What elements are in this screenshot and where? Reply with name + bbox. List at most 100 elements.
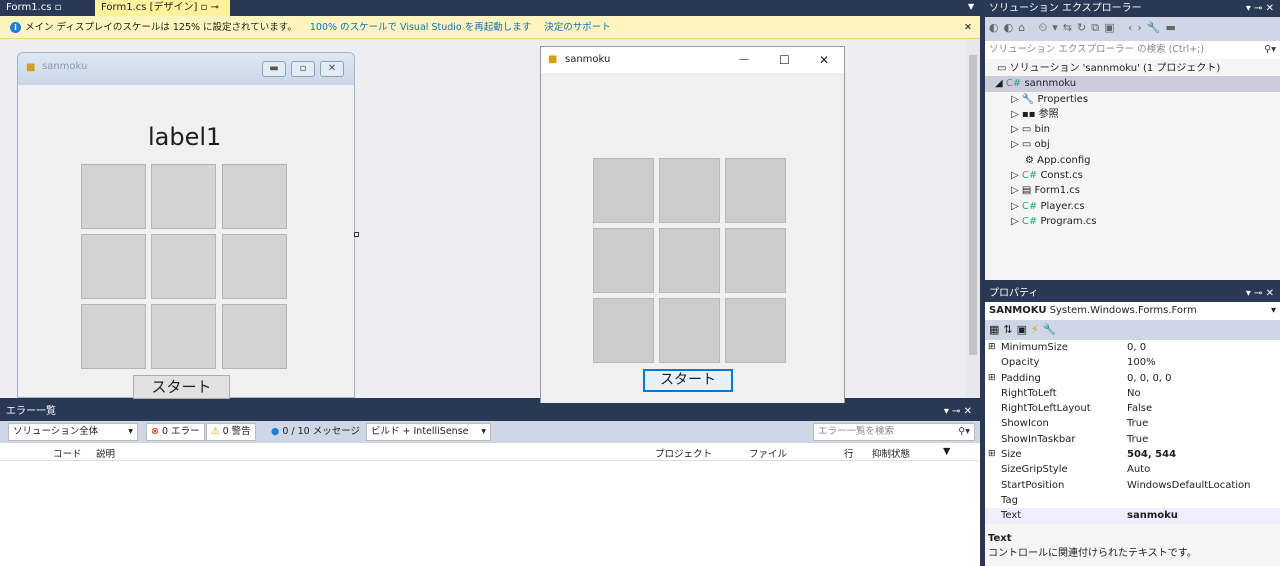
cell[interactable] — [593, 228, 654, 293]
property-row[interactable]: ShowInTaskbar True — [985, 431, 1280, 448]
properties-header: プロパティ ▾ ⊸ ✕ — [985, 285, 1280, 302]
tree-item[interactable]: ▷ C# Program.cs — [985, 214, 1280, 229]
property-name: ShowIcon — [1001, 418, 1049, 430]
cell[interactable] — [659, 228, 720, 293]
cell[interactable] — [151, 304, 216, 369]
property-row[interactable]: ShowIcon True — [985, 416, 1280, 432]
property-value[interactable]: 504, 544 — [1127, 447, 1176, 462]
cell[interactable] — [222, 164, 287, 229]
help-link[interactable]: 決定のサポート — [544, 22, 611, 33]
info-bar: i メイン ディスプレイのスケールは 125% に設定されています。 100% の… — [0, 16, 980, 39]
property-row[interactable]: RightToLeftLayout False — [985, 401, 1280, 417]
property-value[interactable]: False — [1127, 401, 1152, 416]
panel-controls[interactable]: ▾ ⊸ ✕ — [1246, 0, 1274, 17]
tree-label: obj — [1034, 139, 1050, 151]
build-dropdown[interactable]: ビルド + IntelliSense ▾ — [366, 423, 491, 441]
object-selector[interactable]: SANMOKU System.Windows.Forms.Form ▾ — [985, 302, 1280, 320]
close-button[interactable]: ✕ — [819, 47, 829, 73]
tab-form1-design[interactable]: Form1.cs [デザイン] ▫ ⊸ ✕ — [95, 0, 230, 29]
cell[interactable] — [725, 228, 786, 293]
cell[interactable] — [151, 234, 216, 299]
design-form[interactable]: ■ sanmoku ▬ ▫ ✕ label1 スタート — [17, 52, 355, 399]
tree-item[interactable]: ▷ C# Const.cs — [985, 168, 1280, 183]
property-value[interactable]: Auto — [1127, 462, 1150, 477]
cell[interactable] — [725, 158, 786, 223]
tree-item[interactable]: ▷ ▤ Form1.cs — [985, 183, 1280, 198]
cell[interactable] — [151, 164, 216, 229]
errors-filter[interactable]: ⊗ 0 エラー — [146, 423, 205, 441]
tree-item[interactable]: ⚙ App.config — [985, 153, 1280, 168]
property-row[interactable]: ⊞ Size 504, 544 — [985, 447, 1280, 463]
column-line[interactable]: 行 — [844, 446, 854, 460]
error-search-input[interactable]: エラー一覧を検索 ⚲▾ — [813, 423, 975, 441]
property-row[interactable]: ⊞ Padding 0, 0, 0, 0 — [985, 370, 1280, 386]
maximize-button[interactable]: ☐ — [779, 47, 790, 73]
tree-item[interactable]: ▷ ▭ obj — [985, 137, 1280, 152]
property-value[interactable]: sanmoku — [1127, 508, 1178, 523]
property-value[interactable]: 100% — [1127, 355, 1156, 370]
property-row[interactable]: StartPosition WindowsDefaultLocation — [985, 477, 1280, 493]
warnings-count: 0 警告 — [222, 426, 251, 437]
tree-item[interactable]: ▷ C# Player.cs — [985, 199, 1280, 214]
start-button[interactable]: スタート — [133, 375, 230, 399]
panel-controls[interactable]: ▾ ⊸ ✕ — [1246, 285, 1274, 302]
cell[interactable] — [222, 304, 287, 369]
restart-link[interactable]: 100% のスケールで Visual Studio を再起動します — [310, 22, 531, 33]
solution-explorer-header: ソリューション エクスプローラー ▾ ⊸ ✕ — [985, 0, 1280, 17]
solution-search-input[interactable]: ソリューション エクスプローラー の検索 (Ctrl+;) ⚲▾ — [985, 41, 1280, 59]
maximize-icon: ▫ — [291, 61, 315, 77]
label1[interactable]: label1 — [148, 123, 221, 151]
scope-dropdown[interactable]: ソリューション全体 ▾ — [8, 423, 138, 441]
minimize-button[interactable]: — — [739, 47, 749, 73]
cell[interactable] — [222, 234, 287, 299]
property-value[interactable]: WindowsDefaultLocation — [1127, 478, 1250, 493]
property-row[interactable]: RightToLeft No — [985, 385, 1280, 402]
messages-filter[interactable]: ● 0 / 10 メッセージ — [266, 423, 365, 441]
resize-handle[interactable] — [354, 232, 359, 237]
property-value[interactable]: No — [1127, 386, 1141, 401]
tree-project[interactable]: ◢ C# sannmoku — [985, 76, 1280, 92]
column-description[interactable]: 説明 — [96, 446, 115, 460]
panel-controls[interactable]: ▾ ⊸ ✕ — [944, 403, 972, 421]
column-file[interactable]: ファイル — [749, 446, 787, 460]
property-row[interactable]: Tag — [985, 492, 1280, 509]
property-row[interactable]: Text sanmoku — [985, 508, 1280, 524]
expand-icon[interactable]: ⊞ — [988, 340, 996, 355]
cell[interactable] — [659, 158, 720, 223]
tab-label: Form1.cs [デザイン] — [101, 2, 198, 13]
start-button[interactable]: スタート — [643, 369, 733, 392]
cell[interactable] — [81, 304, 146, 369]
solution-explorer-toolbar[interactable]: ◐◐⌂ ⏲▾⇆↻⧉▣ ‹›🔧▬ — [985, 17, 1280, 41]
dropdown-icon[interactable]: ▼ — [968, 2, 974, 11]
column-suppression[interactable]: 抑制状態 — [872, 446, 910, 460]
cell[interactable] — [81, 164, 146, 229]
cell[interactable] — [593, 298, 654, 363]
error-list-header: エラー一覧 ▾ ⊸ ✕ — [0, 403, 980, 421]
tree-solution[interactable]: ▭ ソリューション 'sannmoku' (1 プロジェクト) — [985, 61, 1280, 76]
expand-icon[interactable]: ⊞ — [988, 447, 996, 462]
tree-item[interactable]: ▷ ▭ bin — [985, 122, 1280, 137]
expand-icon[interactable]: ⊞ — [988, 371, 996, 386]
tab-form1-code[interactable]: Form1.cs ▫ — [0, 0, 67, 16]
filter-icon[interactable]: ▼ — [943, 446, 950, 457]
property-value[interactable]: 0, 0 — [1127, 340, 1146, 355]
properties-toolbar[interactable]: ▦⇅▣⚡🔧 — [985, 320, 1280, 340]
cell[interactable] — [725, 298, 786, 363]
column-code[interactable]: コード — [53, 446, 82, 460]
property-row[interactable]: ⊞ MinimumSize 0, 0 — [985, 340, 1280, 356]
cell[interactable] — [593, 158, 654, 223]
running-form-window[interactable]: ■ sanmoku — ☐ ✕ スタート — [540, 46, 845, 404]
property-value[interactable]: True — [1127, 416, 1148, 431]
close-icon[interactable]: ✕ — [964, 16, 972, 39]
column-project[interactable]: プロジェクト — [655, 446, 712, 460]
warnings-filter[interactable]: ⚠ 0 警告 — [206, 423, 256, 441]
cell[interactable] — [81, 234, 146, 299]
scroll-thumb[interactable] — [969, 55, 977, 355]
property-row[interactable]: SizeGripStyle Auto — [985, 462, 1280, 478]
tree-item[interactable]: ▷ ▪▪ 参照 — [985, 107, 1280, 122]
property-value[interactable]: 0, 0, 0, 0 — [1127, 371, 1172, 386]
cell[interactable] — [659, 298, 720, 363]
tree-item[interactable]: ▷ 🔧 Properties — [985, 92, 1280, 107]
property-value[interactable]: True — [1127, 432, 1148, 447]
property-row[interactable]: Opacity 100% — [985, 355, 1280, 371]
